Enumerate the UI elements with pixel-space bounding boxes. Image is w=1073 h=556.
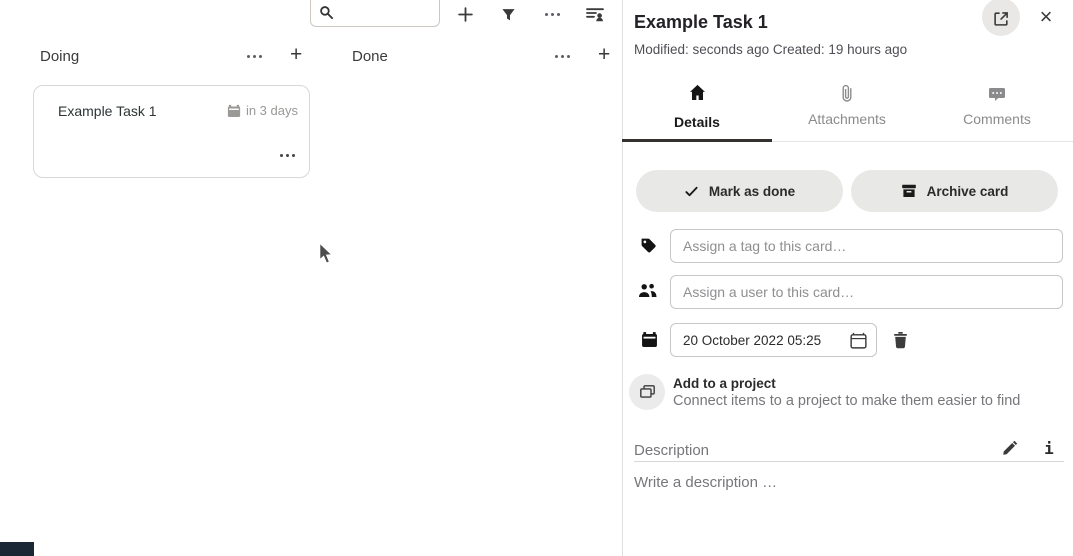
due-date-field[interactable]: 20 October 2022 05:25 [670,323,877,357]
add-icon [457,6,474,23]
tab-details[interactable]: Details [622,84,772,130]
assign-user-input[interactable] [670,275,1063,309]
board-menu-button[interactable] [538,0,566,28]
card-detail-meta: Modified: seconds ago Created: 19 hours … [634,42,907,57]
check-icon [684,184,699,199]
trash-icon [892,331,909,349]
column-doing-add-button[interactable]: + [290,44,302,65]
pencil-icon [1002,440,1018,456]
detail-tabs: Details Attachments Comments [622,84,1073,130]
open-external-icon [993,10,1010,27]
column-done-add-button[interactable]: + [598,44,610,65]
users-icon [638,283,657,298]
more-options-icon [247,55,262,58]
info-icon: i [1044,439,1054,458]
card-title: Example Task 1 [58,103,157,119]
tab-label: Attachments [772,111,922,127]
add-card-button[interactable] [451,0,479,28]
active-tab-underline [622,139,772,142]
sort-tasks-icon [586,6,604,22]
add-to-project-title[interactable]: Add to a project [673,376,776,391]
column-done-menu-button[interactable] [548,42,576,70]
add-to-project-button[interactable] [629,374,665,410]
description-label: Description [634,442,709,459]
mark-as-done-button[interactable]: Mark as done [636,170,843,212]
close-panel-button[interactable]: × [1032,3,1060,31]
due-date-value: 20 October 2022 05:25 [683,333,821,348]
delete-due-date-button[interactable] [886,326,914,354]
column-title-done: Done [352,48,388,65]
column-doing-menu-button[interactable] [240,42,268,70]
description-divider [634,461,1064,462]
assign-tag-input[interactable] [670,229,1063,263]
tab-comments[interactable]: Comments [922,84,1072,130]
calendar-picker-icon[interactable] [849,331,868,350]
close-icon: × [1040,6,1053,28]
archive-card-button[interactable]: Archive card [851,170,1058,212]
tab-attachments[interactable]: Attachments [772,84,922,130]
app-window: Doing + Done + Example Task 1 in 3 days … [0,0,1073,556]
card-detail-title: Example Task 1 [634,12,768,33]
description-placeholder[interactable]: Write a description … [634,474,777,491]
open-external-button[interactable] [982,0,1020,36]
card-due-date: in 3 days [227,103,298,118]
sort-tasks-button[interactable] [581,0,609,28]
calendar-icon [641,331,658,348]
paperclip-icon [772,84,922,106]
search-input[interactable] [310,0,440,27]
more-options-icon [280,154,295,157]
mouse-cursor [318,242,334,266]
desktop-corner [0,542,34,556]
comment-icon [922,84,1072,106]
column-title-doing: Doing [40,48,79,65]
project-windows-icon [639,384,656,401]
card-menu-button[interactable] [273,141,301,169]
tab-label: Comments [922,111,1072,127]
filter-button[interactable] [494,0,522,28]
more-options-icon [555,55,570,58]
tab-label: Details [622,114,772,130]
tag-icon [640,237,657,254]
filter-icon [501,7,516,22]
home-icon [622,84,772,106]
tab-baseline [772,141,1073,142]
description-info-button[interactable]: i [1035,434,1063,462]
calendar-icon [227,104,241,118]
more-options-icon [545,13,560,16]
add-to-project-subtitle: Connect items to a project to make them … [673,393,1020,409]
task-card[interactable]: Example Task 1 in 3 days [33,85,310,178]
archive-icon [901,183,917,199]
edit-description-button[interactable] [996,434,1024,462]
search-icon [319,5,334,20]
